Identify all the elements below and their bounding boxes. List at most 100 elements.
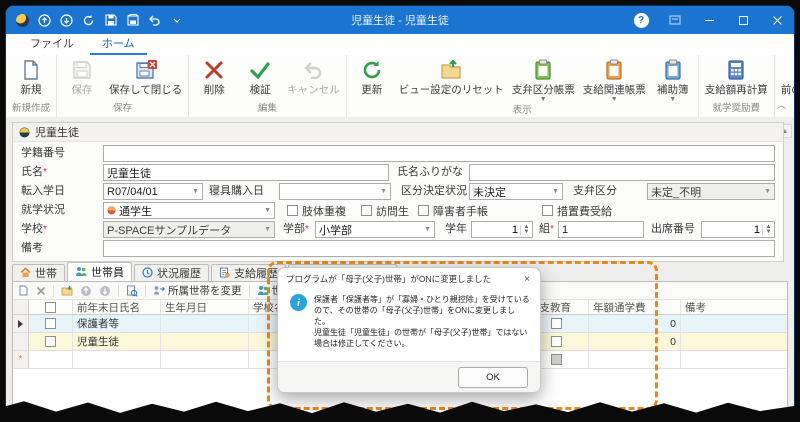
grid-add-folder-button[interactable] [61,285,73,296]
refresh-icon [361,59,383,81]
school-combo[interactable]: P-SPACEサンプルデータ▼ [103,221,275,238]
people-icon [75,266,87,277]
change-household-button[interactable]: 所属世帯を変更 [153,283,242,298]
name-label: 氏名* [21,164,47,181]
name-input[interactable] [103,164,389,181]
new-row-selector: * [13,351,29,368]
previous-record-icon[interactable] [38,14,51,27]
ribbon-group-label: 就学奨励費 [699,100,774,117]
cell-name[interactable]: 児童生徒 [73,333,161,350]
refresh-icon[interactable] [82,14,95,27]
student-id-input[interactable] [103,145,775,162]
grid-delete-button[interactable] [36,286,46,296]
cell-biko[interactable] [681,333,787,350]
new-button[interactable]: 新規 [8,57,54,97]
furigana-input[interactable] [469,164,775,181]
previous-object-button[interactable]: 前のオブジェクト [777,57,794,97]
cell-biko[interactable] [681,351,787,368]
check-icon [249,59,271,81]
sochi-benefit-checkbox[interactable]: 措置費受給 [542,202,612,219]
visiting-student-checkbox[interactable]: 訪問生 [361,202,409,219]
people-swap-icon [153,285,165,296]
ribbon-group-view: 更新 ビュー設定のリセット 支弁区分帳票 ▼ 支給関連帳票 ▼ [347,55,699,117]
ribbon-group-shogakureihi: 支給額再計算 就学奨励費 [699,55,775,117]
attendance-number-spinner[interactable]: 1▲▼ [701,221,775,238]
attendance-status-combo[interactable]: 通学生▼ [103,202,275,219]
limb-overlap-checkbox[interactable]: 肢体重複 [287,202,346,219]
row-checkbox-cell[interactable] [29,333,73,350]
column-header-biko[interactable]: 備考 [681,300,787,314]
dialog-titlebar: プログラムが「母子(父子)世帯」がONに変更しました × [278,268,540,290]
undo-icon[interactable] [148,14,161,27]
dialog-title: プログラムが「母子(父子)世帯」がONに変更しました [286,273,491,285]
shiben-report-button[interactable]: 支弁区分帳票 ▼ [508,57,579,102]
recalculate-button[interactable]: 支給額再計算 [701,57,772,97]
titlebar-help-button[interactable]: ? [624,6,658,34]
column-header-name[interactable]: 前年末日氏名 [73,300,161,314]
cancel-button[interactable]: キャンセル [283,57,344,97]
cell-biko[interactable] [681,315,787,332]
delete-x-icon [203,59,225,81]
row-checkbox-cell[interactable] [29,351,73,368]
tab-home[interactable]: ホーム [90,32,147,55]
payment-history-icon [219,267,230,278]
clipboard-blue-icon [662,59,684,81]
qat-dropdown-icon[interactable] [170,14,183,27]
ribbon-collapse-icon[interactable]: ︿ [777,98,786,111]
grid-move-down-button[interactable] [99,285,111,297]
row-selector[interactable] [13,315,29,332]
undo-arrow-icon [302,59,324,81]
bedding-date-combo[interactable]: ▼ [279,183,391,200]
cell-birth[interactable] [161,351,249,368]
remarks-input[interactable] [103,240,775,257]
row-checkbox-cell[interactable] [29,315,73,332]
clipboard-orange-icon [603,59,625,81]
kubun-status-combo[interactable]: 未決定▼ [469,183,563,200]
hojobo-button[interactable]: 補助簿 ▼ [650,57,696,102]
next-record-icon[interactable] [60,14,73,27]
enrollment-date-combo[interactable]: R07/04/01▼ [103,183,203,200]
column-header-birth[interactable]: 生年月日 [161,300,249,314]
shiben-label: 支弁区分 [573,183,617,200]
cell-birth[interactable] [161,333,249,350]
cell-birth[interactable] [161,315,249,332]
department-combo[interactable]: 小学部▼ [315,221,435,238]
tab-setaiin[interactable]: 世帯員 [67,262,132,281]
save-icon [71,59,93,81]
circle-down-icon [99,285,111,297]
grid-preview-button[interactable] [126,285,138,297]
save-and-close-button[interactable]: 保存して閉じる [105,57,186,97]
save-button[interactable]: 保存 [59,57,105,97]
clipboard-green-icon [532,59,554,81]
grid-move-up-button[interactable] [80,285,92,297]
grid-new-row-button[interactable] [18,285,29,296]
row-selector[interactable] [13,333,29,350]
validate-button[interactable]: 検証 [237,57,283,97]
delete-button[interactable]: 削除 [191,57,237,97]
minimize-button[interactable] [692,6,726,34]
ok-button[interactable]: OK [458,367,528,388]
save-icon[interactable] [104,14,117,27]
tab-jokyo-rireki[interactable]: 状況履歴 [134,264,209,281]
section-title: 児童生徒 [35,124,79,140]
student-sphere-icon [19,127,30,138]
save-and-close-icon[interactable] [126,14,139,27]
tab-setai[interactable]: 世帯 [12,264,65,281]
class-input[interactable] [558,221,644,238]
grade-spinner[interactable]: 1▲▼ [471,221,533,238]
dialog-close-icon[interactable]: × [522,274,532,285]
close-window-button[interactable] [760,6,794,34]
maximize-button[interactable] [726,6,760,34]
house-icon [20,267,31,278]
shiben-combo[interactable]: 未定_不明▼ [647,183,775,200]
cell-name[interactable]: 保護者等 [73,315,161,332]
refresh-button[interactable]: 更新 [349,57,395,97]
reset-view-settings-button[interactable]: ビュー設定のリセット [395,57,508,97]
caption-buttons: ? [624,6,794,34]
ribbon-options-button[interactable] [658,6,692,34]
header-checkbox-cell[interactable] [29,300,73,314]
disability-book-checkbox[interactable]: 障害者手帳 [418,202,488,219]
cell-name[interactable] [73,351,161,368]
shikyu-report-button[interactable]: 支給関連帳票 ▼ [579,57,650,102]
tab-file[interactable]: ファイル [18,32,86,55]
